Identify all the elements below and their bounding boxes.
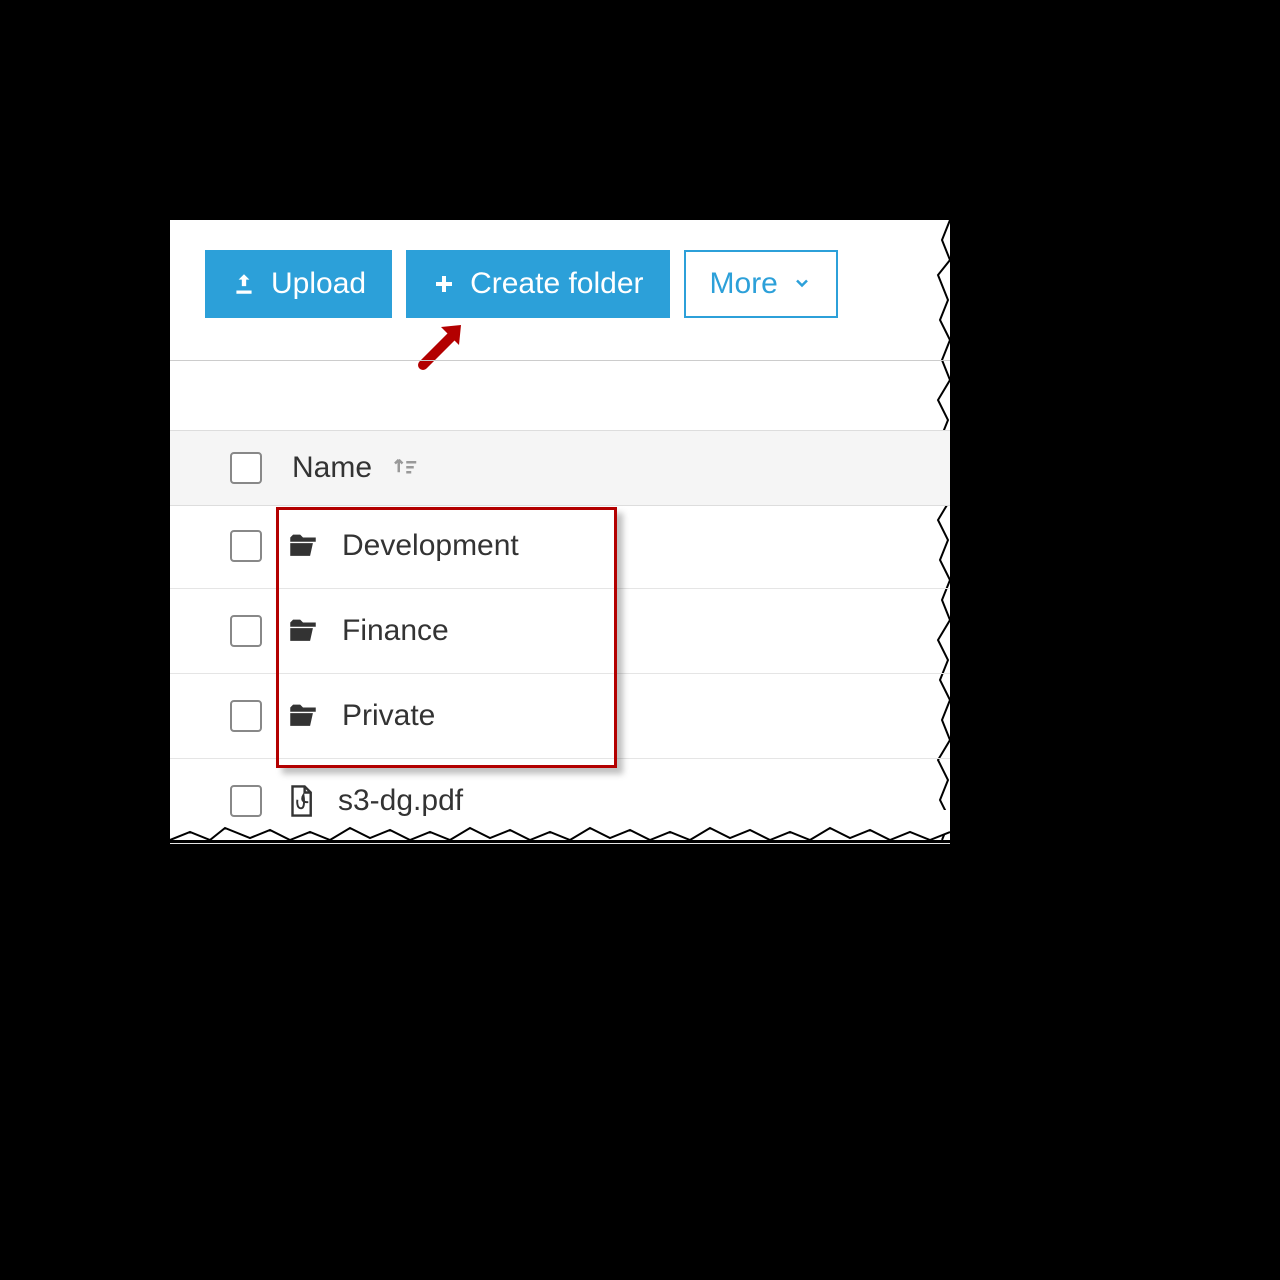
item-name[interactable]: Development bbox=[342, 529, 519, 563]
upload-icon bbox=[231, 271, 257, 297]
column-header-name[interactable]: Name bbox=[292, 451, 372, 485]
table-header: Name bbox=[170, 430, 950, 506]
item-name[interactable]: s3-dg.pdf bbox=[338, 784, 463, 818]
annotation-arrow bbox=[413, 315, 473, 375]
chevron-down-icon bbox=[792, 267, 812, 301]
folder-icon bbox=[286, 699, 320, 733]
pdf-file-icon bbox=[286, 784, 316, 818]
list-item[interactable]: s3-dg.pdf bbox=[170, 759, 950, 844]
file-list: Development Finance Private bbox=[170, 504, 950, 844]
plus-icon bbox=[432, 272, 456, 296]
item-name[interactable]: Private bbox=[342, 699, 435, 733]
upload-button[interactable]: Upload bbox=[205, 250, 392, 318]
folder-icon bbox=[286, 614, 320, 648]
more-button-label: More bbox=[710, 267, 778, 301]
row-checkbox[interactable] bbox=[230, 530, 262, 562]
row-checkbox[interactable] bbox=[230, 785, 262, 817]
sort-icon[interactable] bbox=[390, 451, 420, 486]
create-folder-button-label: Create folder bbox=[470, 267, 643, 301]
more-button[interactable]: More bbox=[684, 250, 838, 318]
upload-button-label: Upload bbox=[271, 267, 366, 301]
folder-icon bbox=[286, 529, 320, 563]
toolbar: Upload Create folder More bbox=[205, 250, 852, 318]
list-item[interactable]: Development bbox=[170, 504, 950, 589]
row-checkbox[interactable] bbox=[230, 615, 262, 647]
file-browser-panel: Upload Create folder More bbox=[170, 220, 950, 840]
row-checkbox[interactable] bbox=[230, 700, 262, 732]
create-folder-button[interactable]: Create folder bbox=[406, 250, 669, 318]
item-name[interactable]: Finance bbox=[342, 614, 449, 648]
select-all-checkbox[interactable] bbox=[230, 452, 262, 484]
list-item[interactable]: Private bbox=[170, 674, 950, 759]
list-item[interactable]: Finance bbox=[170, 589, 950, 674]
toolbar-divider bbox=[170, 360, 950, 361]
